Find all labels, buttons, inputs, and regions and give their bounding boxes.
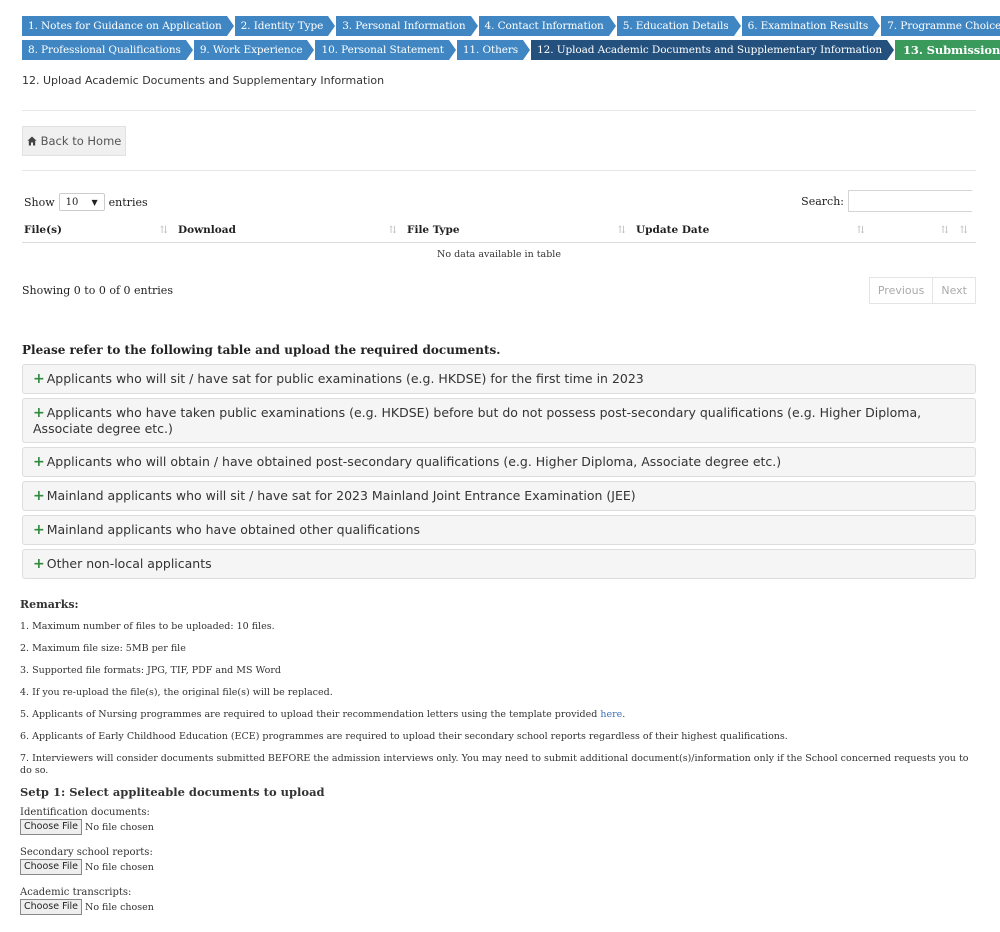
choose-file-button[interactable]: Choose File [20, 859, 82, 875]
search-input[interactable] [848, 190, 972, 212]
accordion-item-mainland-other[interactable]: + Mainland applicants who have obtained o… [22, 515, 976, 545]
step-9[interactable]: 9. Work Experience [193, 40, 315, 60]
table-header-row: File(s) ⇅ Download ⇅ File Type ⇅ Update Dat… [22, 222, 976, 243]
sort-icon: ⇅ [959, 225, 968, 236]
col-extra-2[interactable]: ⇅ [957, 222, 976, 243]
remark-item: 7. Interviewers will consider documents … [20, 753, 969, 776]
sort-icon: ⇅ [940, 225, 949, 236]
col-update-date[interactable]: Update Date ⇅ [634, 222, 873, 243]
template-here-link[interactable]: here [600, 709, 622, 720]
file-upload-transcripts: Choose File No file chosen [20, 899, 970, 915]
file-status: No file chosen [85, 821, 154, 833]
plus-icon: + [33, 556, 45, 572]
remarks-title: Remarks: [20, 598, 79, 611]
step-13-submission[interactable]: 13. Submission [895, 40, 1000, 60]
plus-icon: + [33, 405, 45, 421]
col-file-type[interactable]: File Type ⇅ [405, 222, 634, 243]
remarks-section: Remarks: 1. Maximum number of files to b… [20, 598, 970, 927]
next-button[interactable]: Next [933, 277, 976, 304]
choose-file-button[interactable]: Choose File [20, 899, 82, 915]
accordion-item-post-secondary[interactable]: + Applicants who will obtain / have obtai… [22, 447, 976, 477]
plus-icon: + [33, 371, 45, 387]
steps-row-1: 1. Notes for Guidance on Application 2. … [22, 16, 1000, 36]
divider [22, 170, 976, 171]
chevron-down-icon: ▼ [91, 197, 98, 207]
back-to-home-label: Back to Home [40, 134, 122, 148]
accordion-item-hkdse-repeat[interactable]: + Applicants who have taken public examin… [22, 398, 976, 443]
table-info: Showing 0 to 0 of 0 entries [22, 284, 173, 297]
file-status: No file chosen [85, 861, 154, 873]
entries-length: Show 10 ▼ entries [24, 193, 148, 211]
sort-icon: ⇅ [388, 225, 397, 236]
col-extra-1[interactable]: ⇅ [873, 222, 957, 243]
progress-steps: 1. Notes for Guidance on Application 2. … [22, 16, 1000, 64]
step-5[interactable]: 5. Education Details [616, 16, 741, 36]
remark-item: 6. Applicants of Early Childhood Educati… [20, 731, 788, 742]
plus-icon: + [33, 522, 45, 538]
entries-value: 10 [65, 196, 79, 208]
upload-label-secondary-reports: Secondary school reports: [20, 847, 153, 858]
accordion-item-mainland-jee[interactable]: + Mainland applicants who will sit / have… [22, 481, 976, 511]
step1-title: Setp 1: Select appliteable documents to … [20, 785, 325, 799]
file-upload-secondary-reports: Choose File No file chosen [20, 859, 970, 875]
step-12-current[interactable]: 12. Upload Academic Documents and Supple… [531, 40, 894, 60]
plus-icon: + [33, 488, 45, 504]
requirements-accordion: + Applicants who will sit / have sat for … [22, 364, 976, 583]
remark-item: 3. Supported file formats: JPG, TIF, PDF… [20, 665, 282, 676]
back-to-home-button[interactable]: Back to Home [22, 126, 126, 156]
step-8[interactable]: 8. Professional Qualifications [22, 40, 193, 60]
col-files[interactable]: File(s) ⇅ [22, 222, 176, 243]
refer-title: Please refer to the following table and … [22, 343, 501, 357]
remark-item: 1. Maximum number of files to be uploade… [20, 621, 275, 632]
file-upload-identification: Choose File No file chosen [20, 819, 970, 835]
step-10[interactable]: 10. Personal Statement [315, 40, 457, 60]
empty-table-message: No data available in table [437, 249, 561, 260]
table-row: No data available in table [22, 243, 976, 267]
file-status: No file chosen [85, 901, 154, 913]
step-3[interactable]: 3. Personal Information [336, 16, 478, 36]
sort-icon: ⇅ [617, 225, 626, 236]
entries-select[interactable]: 10 ▼ [58, 193, 105, 211]
home-icon [27, 136, 37, 146]
accordion-item-hkdse-first-time[interactable]: + Applicants who will sit / have sat for … [22, 364, 976, 394]
steps-row-2: 8. Professional Qualifications 9. Work E… [22, 40, 1000, 60]
show-label: Show [24, 195, 55, 209]
step-4[interactable]: 4. Contact Information [478, 16, 616, 36]
step-1[interactable]: 1. Notes for Guidance on Application [22, 16, 234, 36]
previous-button[interactable]: Previous [868, 277, 934, 304]
col-download[interactable]: Download ⇅ [176, 222, 405, 243]
documents-table: File(s) ⇅ Download ⇅ File Type ⇅ Update Dat… [22, 222, 976, 266]
step-6[interactable]: 6. Examination Results [741, 16, 880, 36]
step-7[interactable]: 7. Programme Choices [881, 16, 1000, 36]
remark-item: 2. Maximum file size: 5MB per file [20, 643, 186, 654]
table-search: Search: [801, 190, 972, 212]
plus-icon: + [33, 454, 45, 470]
pagination: Previous Next [868, 277, 976, 304]
step-2[interactable]: 2. Identity Type [234, 16, 335, 36]
entries-label: entries [108, 195, 148, 209]
search-label: Search: [801, 194, 844, 208]
divider [22, 110, 976, 111]
accordion-item-non-local[interactable]: + Other non-local applicants [22, 549, 976, 579]
remark-item: 4. If you re-upload the file(s), the ori… [20, 687, 333, 698]
sort-icon: ⇅ [856, 225, 865, 236]
upload-label-identification: Identification documents: [20, 807, 150, 818]
step-11[interactable]: 11. Others [456, 40, 531, 60]
remark-item: 5. Applicants of Nursing programmes are … [20, 709, 626, 720]
upload-label-transcripts: Academic transcripts: [20, 887, 132, 898]
sort-icon: ⇅ [159, 225, 168, 236]
choose-file-button[interactable]: Choose File [20, 819, 82, 835]
page-title: 12. Upload Academic Documents and Supple… [22, 74, 385, 87]
